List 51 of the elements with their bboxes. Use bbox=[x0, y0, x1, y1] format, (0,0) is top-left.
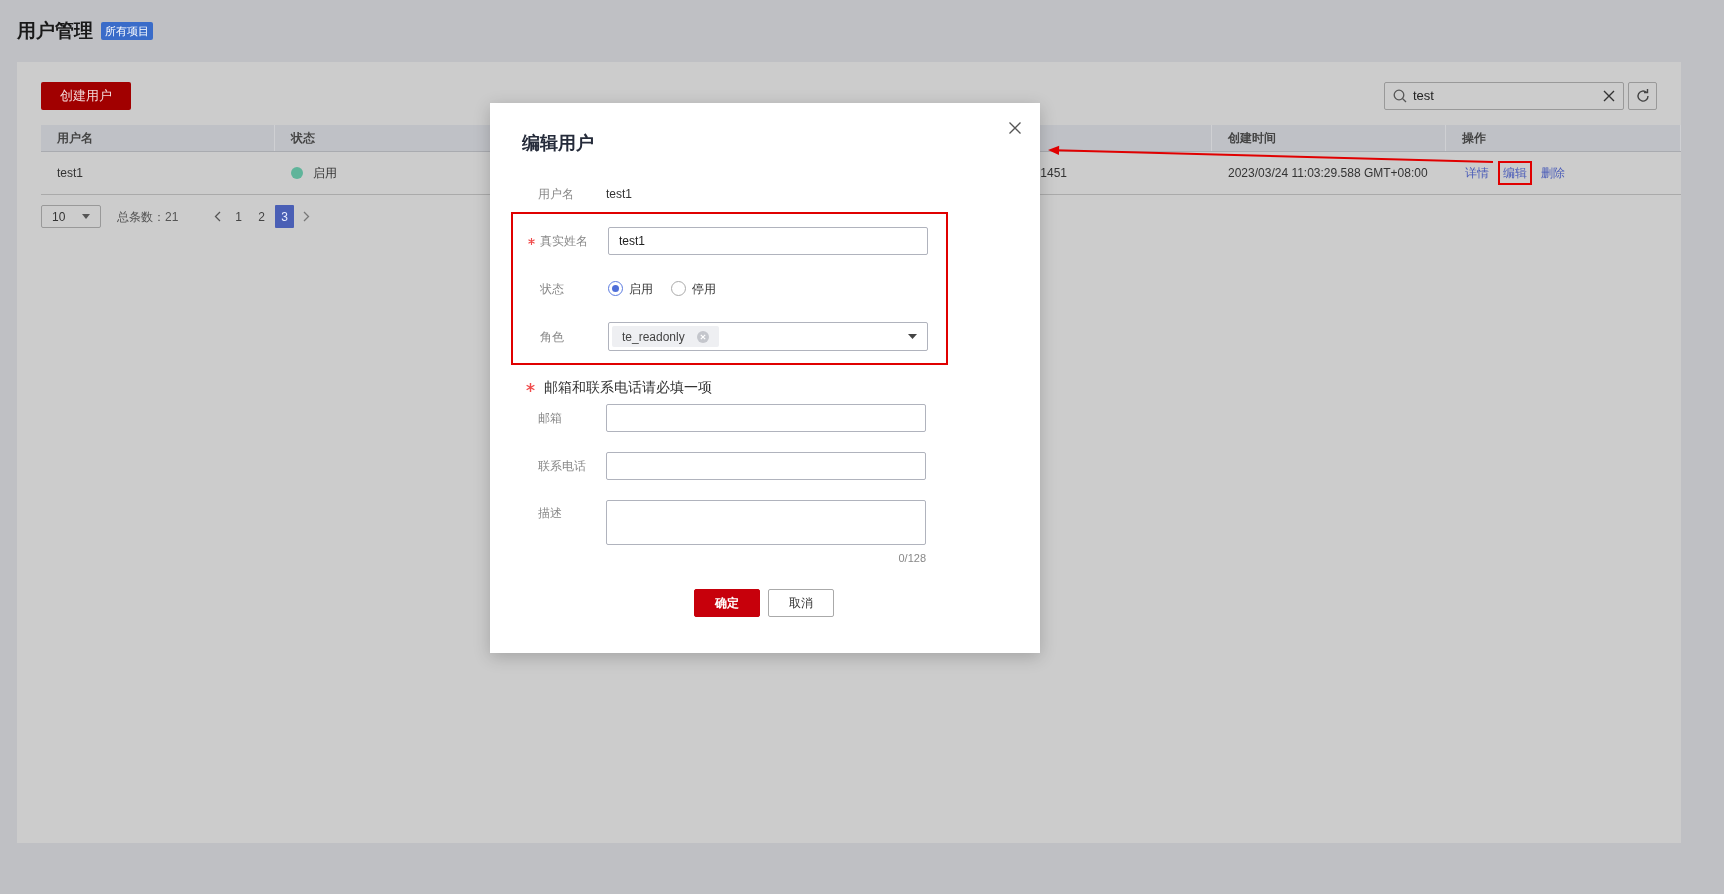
search-field[interactable]: test bbox=[1384, 82, 1624, 110]
input-field[interactable] bbox=[606, 452, 926, 480]
role-select[interactable]: te_readonly bbox=[608, 322, 928, 351]
action-link[interactable]: 删除 bbox=[1536, 161, 1570, 185]
remove-tag-icon[interactable] bbox=[696, 330, 709, 343]
dialog-title: 编辑用户 bbox=[522, 132, 595, 155]
table-cell-text: 2023/03/24 11:03:29.588 GMT+08:00 bbox=[1228, 165, 1428, 182]
refresh-icon bbox=[1634, 88, 1651, 104]
status-text: 启用 bbox=[313, 165, 337, 182]
page-size-select[interactable]: 10 bbox=[41, 205, 101, 228]
column-header: 状态 bbox=[291, 130, 315, 147]
column-header: 操作 bbox=[1462, 130, 1486, 147]
dropdown-icon bbox=[908, 334, 917, 339]
total-count: 总条数：21 bbox=[117, 208, 180, 226]
input-field[interactable]: test1 bbox=[608, 227, 928, 255]
action-link[interactable]: 详情 bbox=[1460, 161, 1494, 185]
confirm-button[interactable]: 确定 bbox=[694, 589, 760, 617]
clear-icon[interactable] bbox=[1603, 90, 1615, 102]
input-field[interactable] bbox=[606, 404, 926, 432]
table-cell-text: test1 bbox=[57, 165, 83, 182]
search-icon bbox=[1393, 89, 1407, 103]
refresh-button[interactable] bbox=[1628, 82, 1657, 110]
field-label: 联系电话 bbox=[538, 459, 586, 473]
column-header: 创建时间 bbox=[1228, 130, 1276, 147]
cancel-button[interactable]: 取消 bbox=[768, 589, 834, 617]
field-label: 用户名 bbox=[538, 187, 574, 201]
description-field[interactable] bbox=[606, 500, 926, 545]
table-cell-text: 1451 bbox=[1040, 165, 1067, 182]
close-icon bbox=[1008, 121, 1022, 135]
action-link[interactable]: 编辑 bbox=[1498, 161, 1532, 185]
character-counter: 0/128 bbox=[898, 551, 926, 566]
page-button[interactable]: 3 bbox=[275, 205, 294, 228]
field-label: 角色 bbox=[540, 329, 564, 344]
note-text: 邮箱和联系电话请必填一项 bbox=[544, 377, 712, 397]
project-badge: 所有项目 bbox=[101, 21, 153, 41]
page-button[interactable]: 2 bbox=[252, 205, 271, 228]
column-header: 用户名 bbox=[57, 130, 93, 147]
radio-option[interactable]: 启用 bbox=[608, 279, 653, 298]
field-label: 描述 bbox=[538, 506, 562, 520]
search-value: test bbox=[1413, 87, 1435, 106]
radio-option[interactable]: 停用 bbox=[671, 279, 716, 298]
field-label: 状态 bbox=[540, 281, 564, 296]
field-value: test1 bbox=[606, 186, 632, 203]
field-label: 邮箱 bbox=[538, 411, 562, 425]
create-user-button[interactable]: 创建用户 bbox=[41, 82, 131, 110]
dropdown-icon bbox=[82, 214, 90, 219]
close-button[interactable] bbox=[1008, 121, 1022, 135]
page-title: 用户管理 bbox=[17, 18, 93, 43]
field-label: 真实姓名 bbox=[540, 234, 588, 248]
page-button[interactable]: 1 bbox=[229, 205, 248, 228]
role-tag: te_readonly bbox=[612, 326, 719, 347]
